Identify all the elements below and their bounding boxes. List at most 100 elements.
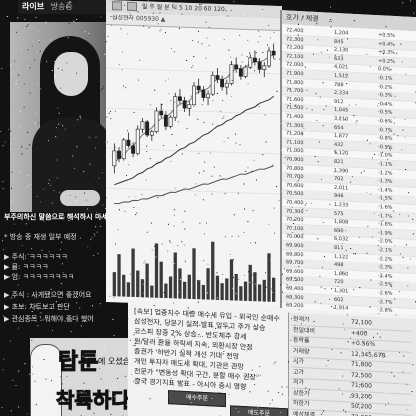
candle (271, 43, 276, 59)
orderbook-window: 호가 / 체결 72,400 1,204 +0.5% 72,300 845 +0.4% 72… (280, 10, 416, 338)
orderbook-cell: 720 (334, 279, 344, 286)
volume-bar (182, 281, 187, 299)
orderbook-cell: +0.4% (378, 40, 395, 48)
orderbook-cell: -1.2% (378, 169, 393, 177)
quote-label: 하한가 (293, 399, 310, 408)
orderbook-cell: 69,400 (286, 285, 304, 293)
volume-bar (201, 284, 206, 300)
orderbook-cell: 71,500 (286, 104, 304, 112)
orderbook-cell: 432 (334, 141, 344, 149)
volume-bar (150, 285, 154, 298)
order-button[interactable]: 매수주문 (168, 390, 226, 408)
candle (173, 92, 178, 122)
chat-message: ▶ 초보: 차트보고 판단 (4, 303, 70, 311)
candle (135, 125, 140, 156)
indicator-button[interactable] (126, 1, 137, 12)
volume-bar (253, 272, 257, 302)
orderbook-cell: -1.0% (378, 152, 393, 160)
promo-title: 탑툰 (57, 350, 99, 376)
orderbook-cell: -2.3% (378, 264, 393, 272)
volume-bar (117, 254, 121, 297)
orderbook-cell: 1,045 (334, 107, 349, 114)
volume-bar (187, 274, 191, 299)
candle (154, 107, 159, 134)
volume-chart[interactable] (106, 232, 282, 304)
candle (117, 147, 121, 163)
orderbook-cell: 70,100 (286, 225, 304, 233)
orderbook-cell: -0.3% (378, 92, 393, 100)
orderbook-cell: 6,032 (334, 236, 349, 243)
candle (159, 103, 164, 119)
orderbook-cell: -1.5% (378, 195, 393, 203)
candle (206, 90, 210, 106)
volume-bar (239, 286, 243, 301)
orderbook-cell: 72,400 (286, 27, 304, 35)
orderbook-cell: 70,300 (286, 207, 304, 215)
volume-bar (154, 243, 159, 298)
chart-period-labels[interactable]: 일 주 월 분 틱 5 10 20 60 120 (142, 3, 225, 13)
price-chart[interactable] (106, 28, 282, 234)
moving-average-line (114, 165, 274, 205)
volume-bar (243, 281, 248, 301)
orderbook-cell: 1,233 (334, 201, 349, 209)
chart-symbol-label[interactable]: 삼성전자 005930 ▲ (112, 14, 165, 23)
quote-label: 상한가 (293, 389, 310, 398)
volume-bar (211, 241, 215, 300)
quote-value: 93,200 (351, 392, 372, 401)
orderbook-cell: 72,000 (286, 61, 304, 69)
orderbook-cell: 70,900 (286, 156, 304, 164)
period-button[interactable] (112, 1, 122, 11)
chat-message: * 방송 중 재생 일부 예정 (4, 233, 77, 241)
orderbook-cell: 1,301 (334, 287, 349, 295)
orderbook-cell: 71,600 (286, 96, 304, 104)
orderbook-cell: 2,130 (334, 47, 349, 54)
orderbook-cell: 69,600 (286, 268, 304, 276)
order-button[interactable]: 매도주문 (230, 405, 288, 416)
orderbook-cell: -2.4% (378, 272, 393, 280)
quote-label: 예상체결 (293, 410, 316, 416)
promo-banner[interactable]: 탑툰 에 오셨습 착륙하다 (30, 338, 130, 416)
volume-bar (215, 275, 220, 300)
orderbook-cell: -1.1% (378, 161, 393, 168)
orderbook-cell: 71,100 (286, 139, 304, 147)
orderbook-cell: 72,300 (286, 35, 304, 43)
orderbook-cell: 3,210 (334, 115, 349, 123)
orderbook-cell: 912 (334, 98, 344, 106)
candle (178, 89, 182, 105)
chat-message: ▶ 관심종목 : 뭐해야 좋다 했어 (4, 315, 94, 323)
quote-label: 저가 (293, 378, 305, 387)
orderbook-cell: 69,700 (286, 259, 304, 267)
orderbook-cell: 69,800 (286, 250, 304, 258)
candle (182, 96, 187, 112)
orderbook-cell: 70,600 (286, 182, 304, 190)
candle (257, 58, 262, 74)
orderbook-cell: 845 (334, 38, 344, 45)
orderbook-cell: 633 (334, 55, 344, 63)
volume-bar (122, 274, 126, 297)
promo-subtitle: 에 오셨습 (98, 357, 130, 366)
quote-label: 거래량 (293, 347, 310, 356)
orderbook-cell: -2.2% (378, 255, 393, 263)
chat-message: ▶ 물: ㅋㅋㅋㅋ (4, 263, 49, 271)
orderbook-cell: -2.6% (378, 290, 393, 297)
quote-label: 전일대비 (293, 326, 316, 335)
orderbook-cell: 4,021 (334, 64, 349, 71)
news-window: [속보] 업종지수 대량 매수세 유입 - 외국인 순매수 삼성전자, 당분기 실… (128, 300, 416, 416)
screen: 라이브 방송중 부주의하신 말씀으로 해석하시 마세요 * 방송 중 재생 일부 … (0, 0, 416, 416)
orderbook-cell: 5,120 (334, 150, 349, 157)
orderbook-cell: -1.9% (378, 229, 393, 237)
orderbook-cell: -2.5% (378, 281, 393, 289)
candle (243, 65, 248, 79)
quote-value: 72,500 (351, 371, 372, 380)
volume-bar (164, 283, 168, 299)
orderbook-cell: 946 (334, 193, 344, 200)
quote-label: 현재가 (293, 315, 310, 324)
orderbook-cell: 1,390 (334, 167, 349, 175)
quote-value: 72,100 (351, 318, 372, 327)
orderbook-cell: 71,300 (286, 121, 304, 129)
volume-bar (262, 279, 266, 302)
candle (252, 50, 257, 66)
volume-bar (206, 268, 210, 300)
orderbook-cell: -1.6% (378, 204, 393, 211)
volume-bar (225, 278, 229, 301)
